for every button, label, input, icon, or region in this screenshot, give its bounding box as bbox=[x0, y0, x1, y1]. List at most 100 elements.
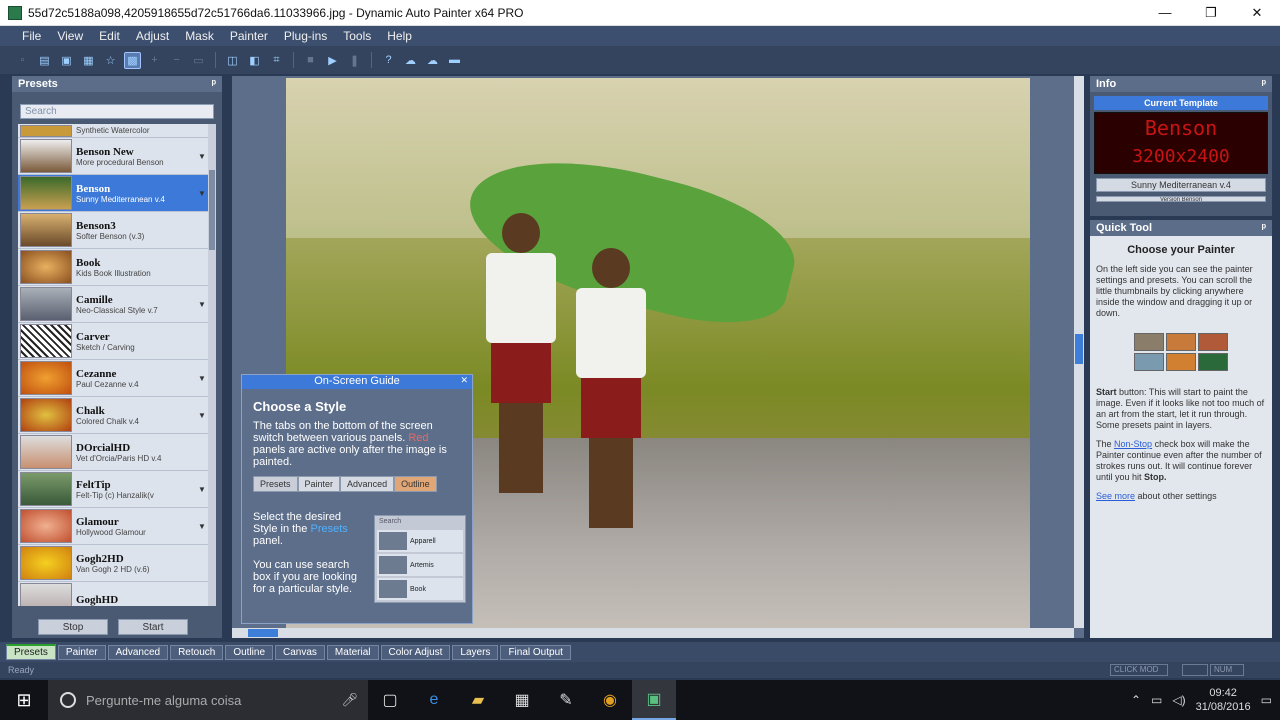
cloud-up-icon[interactable]: ☁ bbox=[424, 52, 441, 69]
menu-mask[interactable]: Mask bbox=[177, 29, 222, 43]
compare-icon[interactable]: ◫ bbox=[224, 52, 241, 69]
expand-arrow-icon[interactable]: ▼ bbox=[198, 189, 208, 198]
canvas-vertical-scrollbar[interactable] bbox=[1074, 76, 1084, 628]
dynamic-auto-painter-taskbar-icon[interactable]: ▣ bbox=[632, 680, 676, 720]
menu-file[interactable]: File bbox=[14, 29, 49, 43]
tab-material[interactable]: Material bbox=[326, 644, 379, 660]
close-icon[interactable]: ✕ bbox=[460, 375, 468, 386]
play-icon[interactable]: ▶ bbox=[324, 52, 341, 69]
menu-edit[interactable]: Edit bbox=[91, 29, 128, 43]
edge-icon[interactable]: e bbox=[412, 680, 456, 720]
menu-tools[interactable]: Tools bbox=[335, 29, 379, 43]
start-button[interactable]: Start bbox=[118, 619, 188, 635]
monitor-icon[interactable]: ▬ bbox=[446, 52, 463, 69]
menu-adjust[interactable]: Adjust bbox=[128, 29, 177, 43]
help-icon[interactable]: ? bbox=[380, 52, 397, 69]
tab-outline[interactable]: Outline bbox=[225, 644, 274, 660]
menu-plugins[interactable]: Plug-ins bbox=[276, 29, 335, 43]
expand-arrow-icon[interactable]: ▼ bbox=[198, 300, 208, 309]
scrollbar-thumb[interactable] bbox=[209, 170, 215, 250]
expand-arrow-icon[interactable]: ▼ bbox=[198, 411, 208, 420]
split-icon[interactable]: ◧ bbox=[246, 52, 263, 69]
notifications-icon[interactable]: ▭ bbox=[1261, 693, 1272, 707]
preset-item-dorcialhd[interactable]: DOrcialHD Vet d'Orcia/Paris HD v.4 bbox=[18, 434, 208, 471]
tab-retouch[interactable]: Retouch bbox=[170, 644, 224, 660]
cloud-down-icon[interactable]: ☁ bbox=[402, 52, 419, 69]
preset-item-cezanne[interactable]: Cezanne Paul Cezanne v.4 ▼ bbox=[18, 360, 208, 397]
preset-list-scrollbar[interactable] bbox=[208, 124, 216, 606]
tab-presets[interactable]: Presets bbox=[6, 644, 56, 660]
restore-button[interactable]: ❐ bbox=[1188, 0, 1234, 26]
clock[interactable]: 09:42 31/08/2016 bbox=[1196, 686, 1251, 714]
file-explorer-icon[interactable]: ▰ bbox=[456, 680, 500, 720]
see-more-link[interactable]: See more bbox=[1096, 491, 1135, 501]
preset-item-gogh2hd[interactable]: Gogh2HD Van Gogh 2 HD (v.6) bbox=[18, 545, 208, 582]
minimize-button[interactable]: — bbox=[1142, 0, 1188, 26]
preset-item-felttip[interactable]: FeltTip Felt-Tip (c) Hanzalik(v ▼ bbox=[18, 471, 208, 508]
close-button[interactable]: ✕ bbox=[1234, 0, 1280, 26]
fit-icon[interactable]: ▭ bbox=[190, 52, 207, 69]
preset-item-camille[interactable]: Camille Neo-Classical Style v.7 ▼ bbox=[18, 286, 208, 323]
tab-layers[interactable]: Layers bbox=[452, 644, 499, 660]
menu-painter[interactable]: Painter bbox=[222, 29, 276, 43]
preset-item-watercolor[interactable]: Synthetic Watercolor bbox=[18, 124, 208, 138]
star-icon[interactable]: ☆ bbox=[102, 52, 119, 69]
pause-icon[interactable]: ❚ bbox=[346, 52, 363, 69]
current-template-label: Current Template bbox=[1094, 96, 1268, 110]
chrome-icon[interactable]: ◉ bbox=[588, 680, 632, 720]
volume-icon[interactable]: ◁) bbox=[1172, 693, 1185, 707]
save-icon[interactable]: ▣ bbox=[58, 52, 75, 69]
expand-arrow-icon[interactable]: ▼ bbox=[198, 522, 208, 531]
crop-icon[interactable]: ⌗ bbox=[268, 52, 285, 69]
pin-icon[interactable]: ᵖ bbox=[212, 78, 216, 90]
expand-arrow-icon[interactable]: ▼ bbox=[198, 152, 208, 161]
scrollbar-thumb[interactable] bbox=[248, 629, 278, 637]
tab-canvas[interactable]: Canvas bbox=[275, 644, 325, 660]
preset-item-chalk[interactable]: Chalk Colored Chalk v.4 ▼ bbox=[18, 397, 208, 434]
chevron-up-icon[interactable]: ⌃ bbox=[1131, 693, 1141, 707]
menu-help[interactable]: Help bbox=[379, 29, 420, 43]
preset-item-glamour[interactable]: Glamour Hollywood Glamour ▼ bbox=[18, 508, 208, 545]
tab-advanced[interactable]: Advanced bbox=[107, 644, 169, 660]
tab-final-output[interactable]: Final Output bbox=[500, 644, 571, 660]
toolbar: ▫ ▤ ▣ ▦ ☆ ▩ + − ▭ ◫ ◧ ⌗ ■ ▶ ❚ ? ☁ ☁ ▬ bbox=[0, 46, 1280, 74]
microphone-icon[interactable]: 🎤︎ bbox=[341, 692, 358, 708]
taskbar-search[interactable]: Pergunte-me alguma coisa 🎤︎ bbox=[48, 680, 368, 720]
nonstop-link[interactable]: Non-Stop bbox=[1114, 439, 1152, 449]
tab-color-adjust[interactable]: Color Adjust bbox=[380, 644, 451, 660]
preset-item-benson-new[interactable]: Benson New More procedural Benson ▼ bbox=[18, 138, 208, 175]
stop-button[interactable]: Stop bbox=[38, 619, 108, 635]
canvas-horizontal-scrollbar[interactable] bbox=[232, 628, 1074, 638]
preset-item-benson[interactable]: Benson Sunny Mediterranean v.4 ▼ bbox=[18, 175, 208, 212]
zoom-out-icon[interactable]: − bbox=[168, 52, 185, 69]
preset-item-carver[interactable]: Carver Sketch / Carving bbox=[18, 323, 208, 360]
windows-start-icon[interactable]: ⊞ bbox=[0, 680, 48, 720]
new-icon[interactable]: ▫ bbox=[14, 52, 31, 69]
guide-header[interactable]: On-Screen Guide ✕ bbox=[242, 375, 472, 389]
info-header: Info ᵖ bbox=[1090, 76, 1272, 92]
tab-painter[interactable]: Painter bbox=[57, 644, 106, 660]
save-as-icon[interactable]: ▦ bbox=[80, 52, 97, 69]
network-icon[interactable]: ▭ bbox=[1151, 693, 1162, 707]
presets-title: Presets bbox=[18, 78, 58, 90]
presets-header: Presets ᵖ bbox=[12, 76, 222, 92]
preset-search-input[interactable]: Search bbox=[20, 104, 214, 119]
preset-desc: Colored Chalk v.4 bbox=[76, 416, 139, 426]
expand-arrow-icon[interactable]: ▼ bbox=[198, 485, 208, 494]
menu-view[interactable]: View bbox=[49, 29, 91, 43]
expand-arrow-icon[interactable]: ▼ bbox=[198, 374, 208, 383]
open-icon[interactable]: ▤ bbox=[36, 52, 53, 69]
pin-icon[interactable]: ᵖ bbox=[1262, 222, 1266, 234]
zoom-in-icon[interactable]: + bbox=[146, 52, 163, 69]
pen-app-icon[interactable]: ✎ bbox=[544, 680, 588, 720]
store-icon[interactable]: ▦ bbox=[500, 680, 544, 720]
preset-item-benson3[interactable]: Benson3 Softer Benson (v.3) bbox=[18, 212, 208, 249]
stop-icon[interactable]: ■ bbox=[302, 52, 319, 69]
task-view-icon[interactable]: ▢ bbox=[368, 680, 412, 720]
preset-item-book[interactable]: Book Kids Book Illustration bbox=[18, 249, 208, 286]
pin-icon[interactable]: ᵖ bbox=[1262, 78, 1266, 90]
scrollbar-thumb[interactable] bbox=[1075, 334, 1083, 364]
quick-tool-title: Quick Tool bbox=[1096, 222, 1153, 234]
preview-icon[interactable]: ▩ bbox=[124, 51, 141, 69]
preset-item-goghhd[interactable]: GoghHD bbox=[18, 582, 208, 606]
